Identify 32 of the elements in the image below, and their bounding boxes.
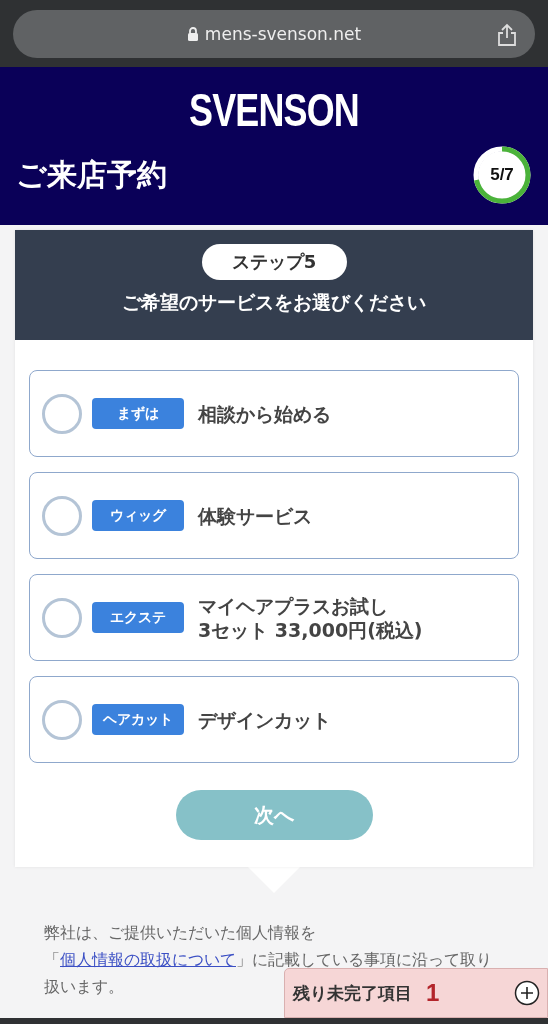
option-label: 体験サービス [198, 503, 312, 528]
category-tag: ヘアカット [92, 704, 184, 735]
brand-logo: SVENSON [189, 85, 359, 135]
share-icon[interactable] [497, 22, 517, 47]
service-option[interactable]: エクステ マイヘアプラスお試し 3セット 33,000円(税込) [29, 574, 519, 661]
page-title: ご来店予約 [16, 155, 167, 194]
remaining-items-panel[interactable]: 残り未完了項目 1 [284, 968, 548, 1018]
plus-icon[interactable] [514, 980, 540, 1006]
option-label: 3セット 33,000円(税込) [198, 617, 423, 642]
remaining-label: 残り未完了項目 [293, 981, 412, 1005]
remaining-count: 1 [426, 979, 440, 1007]
option-label: マイヘアプラスお試し [198, 593, 389, 618]
radio-button[interactable] [42, 699, 82, 740]
category-tag: まずは [92, 398, 184, 429]
address-bar[interactable]: mens-svenson.net [13, 9, 535, 58]
progress-ring [472, 145, 532, 205]
service-option[interactable]: ヘアカット デザインカット [29, 676, 519, 763]
radio-button[interactable] [42, 597, 82, 638]
step-heading: ご希望のサービスをお選びください [122, 290, 426, 315]
step-badge: ステップ5 [201, 244, 347, 280]
url-text: mens-svenson.net [204, 23, 362, 44]
progress-label: 5/7 [490, 165, 514, 185]
option-label: 相談から始める [198, 401, 331, 426]
radio-button[interactable] [42, 393, 82, 434]
category-tag: ウィッグ [92, 500, 184, 531]
category-tag: エクステ [92, 602, 184, 633]
lock-icon [186, 26, 199, 41]
service-option[interactable]: ウィッグ 体験サービス [29, 472, 519, 559]
option-label: デザインカット [198, 707, 331, 732]
radio-button[interactable] [42, 495, 82, 536]
service-option[interactable]: まずは 相談から始める [29, 370, 519, 457]
privacy-link[interactable]: 個人情報の取扱について [60, 950, 236, 969]
